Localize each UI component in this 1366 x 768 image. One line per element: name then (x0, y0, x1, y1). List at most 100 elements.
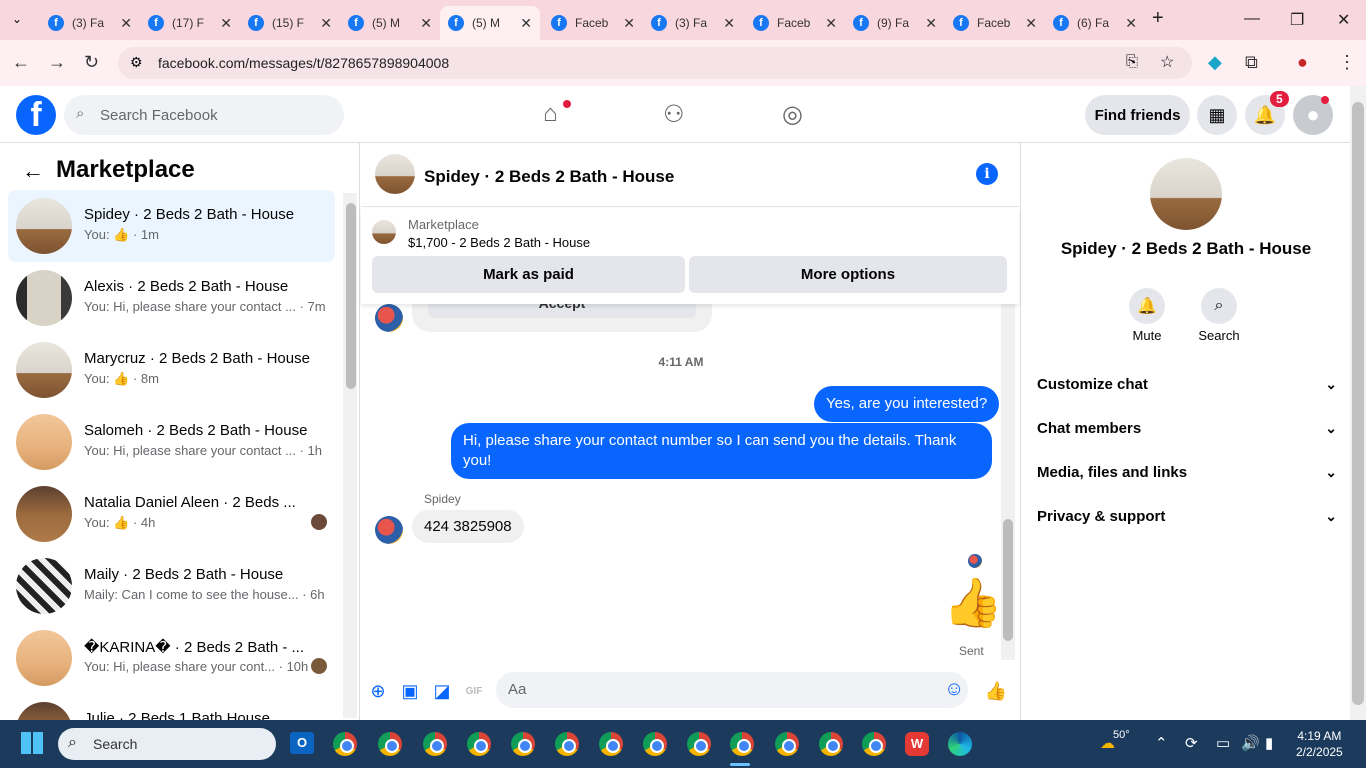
message-input[interactable]: Aa ☺ (496, 672, 968, 708)
browser-tab[interactable]: f (9) Fa ✕ (845, 6, 945, 40)
chrome-profile-icon[interactable] (775, 732, 799, 756)
conversation-item[interactable]: �KARINA� · 2 Beds 2 Bath - ... You: Hi, … (8, 622, 335, 694)
show-hidden-icons-chevron-icon[interactable]: ⌃ (1155, 734, 1168, 752)
outlook-icon[interactable]: O (290, 732, 314, 754)
battery-icon[interactable]: ▮ (1265, 734, 1273, 752)
media-files-links-section[interactable]: Media, files and links ⌄ (1037, 450, 1337, 494)
chrome-icon[interactable] (333, 732, 357, 756)
volume-icon[interactable]: 🔊 (1241, 734, 1260, 752)
search-conversation-icon[interactable]: ⌕ (1201, 288, 1237, 324)
photo-icon[interactable]: ▣ (399, 680, 421, 702)
extensions-puzzle-icon[interactable]: ⧉ (1245, 52, 1258, 73)
windows-start-icon[interactable] (21, 732, 43, 754)
conversation-item[interactable]: Alexis · 2 Beds 2 Bath - House You: Hi, … (8, 262, 335, 334)
close-tab-icon[interactable]: ✕ (723, 15, 735, 32)
outgoing-message[interactable]: Yes, are you interested? (814, 386, 1000, 422)
close-tab-icon[interactable]: ✕ (623, 15, 635, 32)
mute-bell-icon[interactable]: 🔔 (1129, 288, 1165, 324)
friends-icon[interactable]: ⚇ (663, 100, 685, 129)
display-icon[interactable]: ▭ (1216, 734, 1230, 752)
outgoing-message[interactable]: Hi, please share your contact number so … (451, 423, 992, 479)
large-thumbs-up-icon[interactable]: 👍 (943, 576, 1001, 632)
conversation-item[interactable]: Natalia Daniel Aleen · 2 Beds ... You: 👍… (8, 478, 335, 550)
conversation-list-scroll-thumb[interactable] (346, 203, 356, 389)
chat-title[interactable]: Spidey · 2 Beds 2 Bath - House (424, 167, 674, 187)
chat-scroll-thumb[interactable] (1003, 519, 1013, 641)
chrome-profile-icon[interactable] (467, 732, 491, 756)
chrome-profile-icon[interactable] (555, 732, 579, 756)
menu-grid-icon[interactable]: ▦ (1197, 95, 1237, 135)
reload-icon[interactable]: ↻ (84, 52, 99, 73)
facebook-search-input[interactable]: ⌕ Search Facebook (64, 95, 344, 135)
extension-cube-icon[interactable]: ◆ (1208, 52, 1222, 73)
close-tab-icon[interactable]: ✕ (420, 15, 432, 32)
browser-tab[interactable]: f Faceb ✕ (745, 6, 845, 40)
close-tab-icon[interactable]: ✕ (1025, 15, 1037, 32)
chrome-profile-icon[interactable] (687, 732, 711, 756)
conversation-item[interactable]: Marycruz · 2 Beds 2 Bath - House You: 👍 … (8, 334, 335, 406)
page-scroll-thumb[interactable] (1352, 102, 1364, 705)
back-arrow-icon[interactable]: ← (22, 158, 44, 184)
browser-tab[interactable]: f (3) Fa ✕ (643, 6, 743, 40)
close-tab-icon[interactable]: ✕ (220, 15, 232, 32)
conversation-item[interactable]: Spidey · 2 Beds 2 Bath - House You: 👍 · … (8, 190, 335, 262)
tab-search-chevron-icon[interactable]: ⌄ (12, 12, 22, 26)
chat-avatar[interactable] (375, 154, 415, 194)
chat-members-section[interactable]: Chat members ⌄ (1037, 406, 1337, 450)
close-tab-icon[interactable]: ✕ (320, 15, 332, 32)
browser-tab[interactable]: f Faceb ✕ (543, 6, 643, 40)
chrome-profile-icon[interactable] (862, 732, 886, 756)
conversation-item[interactable]: Julie · 2 Beds 1 Bath House (8, 694, 335, 720)
close-tab-icon[interactable]: ✕ (1125, 15, 1137, 32)
browser-tab[interactable]: f Faceb ✕ (945, 6, 1045, 40)
contact-avatar[interactable] (1150, 158, 1222, 230)
chrome-profile-icon[interactable] (511, 732, 535, 756)
chrome-profile-icon[interactable] (378, 732, 402, 756)
chrome-profile-icon[interactable] (423, 732, 447, 756)
browser-tab[interactable]: f (17) F ✕ (140, 6, 240, 40)
browser-tab-active[interactable]: f (5) M ✕ (440, 6, 540, 40)
minimize-icon[interactable]: — (1244, 10, 1260, 28)
thumbs-up-send-icon[interactable]: 👍 (985, 680, 1007, 702)
gif-icon[interactable]: GIF (463, 680, 485, 702)
chrome-profile-icon[interactable] (599, 732, 623, 756)
close-tab-icon[interactable]: ✕ (520, 15, 532, 32)
forward-icon[interactable]: → (48, 52, 66, 73)
emoji-icon[interactable]: ☺ (944, 678, 964, 701)
sync-icon[interactable]: ⟳ (1185, 734, 1198, 752)
close-tab-icon[interactable]: ✕ (925, 15, 937, 32)
taskbar-search-input[interactable]: ⌕ Search (58, 728, 276, 760)
more-options-button[interactable]: More options (689, 256, 1007, 293)
browser-tab[interactable]: f (6) Fa ✕ (1045, 6, 1145, 40)
bookmark-star-icon[interactable]: ☆ (1160, 52, 1174, 72)
plus-icon[interactable]: ⊕ (367, 680, 389, 702)
accept-button[interactable]: Accept (428, 304, 696, 318)
customize-chat-section[interactable]: Customize chat ⌄ (1037, 362, 1337, 406)
incoming-message[interactable]: 424 3825908 (412, 510, 524, 543)
edge-icon[interactable] (948, 732, 972, 756)
back-icon[interactable]: ← (12, 52, 30, 73)
listing-price-title[interactable]: $1,700 - 2 Beds 2 Bath - House (408, 235, 590, 250)
address-bar[interactable]: ⚙ facebook.com/messages/t/82786578989040… (118, 47, 1192, 79)
close-tab-icon[interactable]: ✕ (120, 15, 132, 32)
browser-menu-icon[interactable]: ⋮ (1338, 52, 1356, 73)
system-clock[interactable]: 4:19 AM 2/2/2025 (1296, 728, 1343, 760)
mark-as-paid-button[interactable]: Mark as paid (372, 256, 685, 293)
new-tab-icon[interactable]: + (1152, 7, 1164, 30)
info-icon[interactable]: i (976, 163, 998, 185)
site-info-icon[interactable]: ⚙ (130, 54, 143, 71)
privacy-support-section[interactable]: Privacy & support ⌄ (1037, 494, 1337, 538)
chrome-profile-icon[interactable] (819, 732, 843, 756)
groups-icon[interactable]: ◎ (782, 100, 803, 129)
install-app-icon[interactable]: ⎘ (1126, 53, 1138, 70)
home-icon[interactable]: ⌂ (543, 100, 558, 128)
profile-icon[interactable]: ● (1297, 52, 1308, 73)
close-window-icon[interactable]: ✕ (1337, 10, 1350, 30)
browser-tab[interactable]: f (3) Fa ✕ (40, 6, 140, 40)
facebook-logo-icon[interactable]: f (16, 95, 56, 135)
browser-tab[interactable]: f (15) F ✕ (240, 6, 340, 40)
chrome-profile-icon-active[interactable] (730, 732, 754, 756)
find-friends-button[interactable]: Find friends (1085, 95, 1190, 135)
wps-office-icon[interactable]: W (905, 732, 929, 756)
close-tab-icon[interactable]: ✕ (825, 15, 837, 32)
